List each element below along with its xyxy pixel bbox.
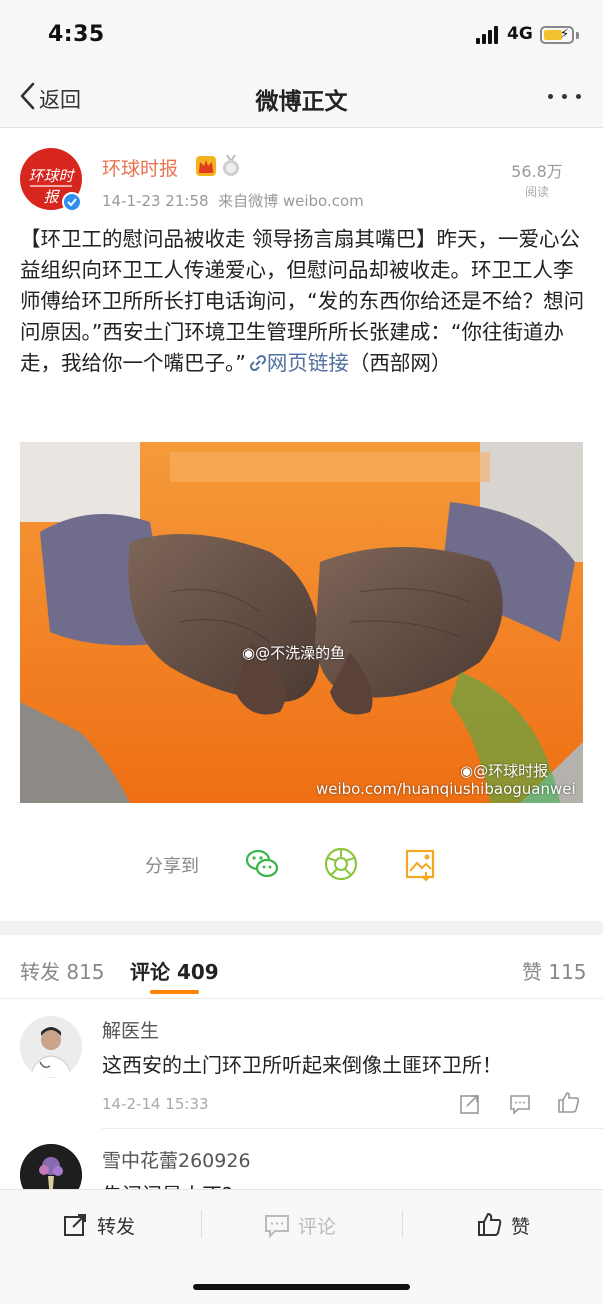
tab-comments-label: 评论 [130,960,170,984]
comment-avatar[interactable] [20,1016,82,1078]
page-title: 微博正文 [255,89,348,115]
toolbar-divider [201,1210,202,1238]
author-name[interactable]: 环球时报 [102,154,178,181]
like-button[interactable]: 赞 [477,1210,557,1240]
tab-repost-label: 转发 [20,960,60,984]
tab-comments[interactable]: 评论 409 [130,956,219,985]
tab-repost[interactable]: 转发 815 [20,956,105,985]
tabs-border [0,998,603,999]
active-tab-indicator [150,990,199,994]
share-comment-icon[interactable] [458,1092,482,1116]
comment-author[interactable]: 雪中花蕾260926 [102,1146,251,1173]
moments-icon[interactable] [323,846,359,882]
battery-icon: ⚡ [540,26,574,44]
post-source-tail: （西部网） [348,351,452,375]
comment-label: 评论 [298,1216,337,1238]
like-icon [478,1212,502,1236]
comment-separator [102,1128,603,1129]
tab-likes-label: 赞 [522,960,542,984]
vip-crown-icon[interactable] [196,156,216,176]
post-image[interactable]: ◉@不洗澡的鱼 ◉@环球时报 weibo.com/huanqiushibaogu… [20,442,583,803]
comment-text: 这西安的土门环卫所听起来倒像土匪环卫所！ [102,1053,502,1077]
home-indicator [193,1284,410,1290]
tab-likes[interactable]: 赞 115 [522,956,587,985]
repost-icon [64,1214,86,1236]
toolbar-divider [402,1210,403,1238]
verified-badge-icon [62,192,82,212]
tab-comments-count: 409 [176,960,219,984]
web-link-label: 网页链接 [266,351,349,375]
share-label: 分享到 [145,856,199,877]
status-time: 4:35 [48,22,105,47]
read-count: 56.8万 阅读 [497,158,577,200]
like-comment-icon[interactable] [557,1090,581,1114]
repost-button[interactable]: 转发 [63,1210,153,1240]
signal-icon [476,26,500,44]
medal-icon[interactable] [221,154,241,177]
tab-likes-count: 115 [548,960,587,984]
read-count-value: 56.8万 [511,162,563,181]
post-source: 来自微博 weibo.com [218,192,364,210]
comment-icon [265,1215,289,1238]
save-image-icon[interactable] [402,846,438,882]
read-count-label: 阅读 [524,185,549,199]
post-text: 【环卫工的慰问品被收走 领导扬言扇其嘴巴】昨天，一爱心公益组织向环卫工人传递爱心… [20,224,586,379]
nav-bar: 返回 微博正文 [0,64,603,128]
image-watermark-corner: ◉@环球时报 [460,762,549,780]
wechat-icon[interactable] [244,846,280,882]
network-type: 4G [507,24,533,44]
image-watermark-center: ◉@不洗澡的鱼 [242,644,346,662]
link-icon [249,354,266,372]
comment-button[interactable]: 评论 [264,1210,354,1240]
comment-author[interactable]: 解医生 [102,1016,159,1043]
post-meta: 14-1-23 21:58 来自微博 weibo.com [102,190,364,211]
reply-comment-icon[interactable] [508,1092,532,1116]
battery-tip [576,32,579,39]
web-link[interactable]: 网页链接 [246,351,349,375]
tab-repost-count: 815 [66,960,105,984]
status-bar: 4:35 4G ⚡ [0,0,603,64]
repost-label: 转发 [97,1216,136,1238]
comment-time: 14-2-14 15:33 [102,1095,209,1113]
post-timestamp: 14-1-23 21:58 [102,192,209,210]
more-icon[interactable] [548,94,584,100]
photo-hands-illustration [20,442,583,803]
section-divider [0,921,603,935]
like-label: 赞 [511,1216,531,1238]
image-watermark-url: weibo.com/huanqiushibaoguanwei [316,780,576,798]
